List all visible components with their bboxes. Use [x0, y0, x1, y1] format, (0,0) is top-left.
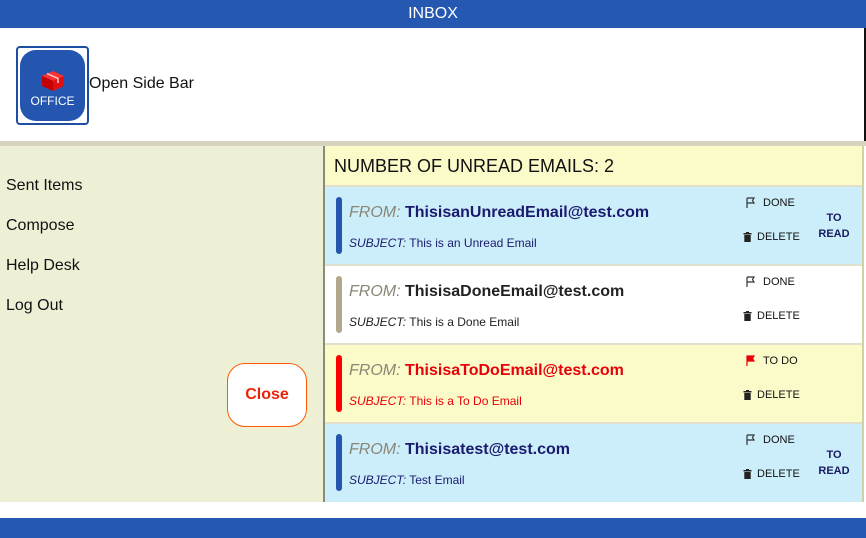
header: OFFICE Open Side Bar [0, 28, 866, 141]
footer-bar [0, 518, 866, 538]
open-sidebar-link[interactable]: Open Side Bar [89, 75, 194, 93]
to-read-button[interactable]: TO READ [817, 210, 851, 242]
delete-button[interactable]: DELETE [743, 310, 800, 322]
sidebar: Sent Items Compose Help Desk Log Out Clo… [0, 146, 323, 502]
delete-label: DELETE [757, 231, 800, 243]
email-subject: SUBJECT: This is a Done Email [349, 315, 519, 329]
email-status-bar [336, 276, 342, 333]
delete-label: DELETE [757, 468, 800, 480]
to-read-button[interactable]: TO READ [817, 447, 851, 479]
trash-icon [743, 390, 752, 400]
from-label: FROM: [349, 441, 401, 458]
flag-icon [746, 434, 756, 445]
sidebar-item-compose[interactable]: Compose [6, 217, 74, 235]
email-from: FROM: ThisisaToDoEmail@test.com [349, 362, 624, 380]
flag-icon [746, 197, 756, 208]
office-cube-icon [42, 71, 64, 91]
sidebar-item-log-out[interactable]: Log Out [6, 297, 63, 315]
subject-label: SUBJECT: [349, 394, 407, 408]
email-from: FROM: ThisisaDoneEmail@test.com [349, 283, 624, 301]
email-row[interactable]: FROM: ThisisaDoneEmail@test.com SUBJECT:… [325, 264, 862, 343]
sidebar-item-help-desk[interactable]: Help Desk [6, 257, 80, 275]
email-status-bar [336, 434, 342, 491]
email-row[interactable]: FROM: ThisisaToDoEmail@test.com SUBJECT:… [325, 343, 862, 422]
from-address: ThisisanUnreadEmail@test.com [405, 204, 650, 221]
office-button[interactable]: OFFICE [16, 46, 89, 125]
email-status-bar [336, 197, 342, 254]
subject-label: SUBJECT: [349, 473, 407, 487]
status-label: TO DO [763, 355, 798, 367]
delete-button[interactable]: DELETE [743, 389, 800, 401]
email-subject: SUBJECT: Test Email [349, 473, 465, 487]
from-address: Thisisatest@test.com [405, 441, 570, 458]
status-toggle-button[interactable]: DONE [745, 276, 795, 288]
delete-label: DELETE [757, 310, 800, 322]
status-toggle-button[interactable]: TO DO [745, 355, 798, 367]
subject-label: SUBJECT: [349, 315, 407, 329]
from-address: ThisisaToDoEmail@test.com [405, 362, 624, 379]
email-status-bar [336, 355, 342, 412]
delete-button[interactable]: DELETE [743, 231, 800, 243]
email-subject: SUBJECT: This is an Unread Email [349, 236, 537, 250]
trash-icon [743, 232, 752, 242]
delete-button[interactable]: DELETE [743, 468, 800, 480]
delete-label: DELETE [757, 389, 800, 401]
status-label: DONE [763, 276, 795, 288]
close-button-label: Close [245, 386, 289, 403]
status-toggle-button[interactable]: DONE [745, 434, 795, 446]
subject-text: This is a Done Email [409, 315, 520, 329]
title-bar: INBOX [0, 0, 866, 28]
subject-label: SUBJECT: [349, 236, 407, 250]
subject-text: Test Email [409, 473, 465, 487]
email-from: FROM: ThisisanUnreadEmail@test.com [349, 204, 649, 222]
status-label: DONE [763, 434, 795, 446]
from-label: FROM: [349, 283, 401, 300]
inbox-panel: NUMBER OF UNREAD EMAILS: 2 FROM: Thisisa… [325, 146, 864, 504]
email-row[interactable]: FROM: ThisisanUnreadEmail@test.com SUBJE… [325, 185, 862, 264]
footer-spacer [0, 502, 866, 518]
status-toggle-button[interactable]: DONE [745, 197, 795, 209]
close-sidebar-button[interactable]: Close [227, 363, 307, 427]
unread-count-heading: NUMBER OF UNREAD EMAILS: 2 [334, 156, 615, 176]
from-address: ThisisaDoneEmail@test.com [405, 283, 625, 300]
office-button-face: OFFICE [20, 50, 85, 121]
from-label: FROM: [349, 204, 401, 221]
email-row[interactable]: FROM: Thisisatest@test.com SUBJECT: Test… [325, 422, 862, 504]
trash-icon [743, 469, 752, 479]
flag-icon [746, 276, 756, 287]
subject-text: This is an Unread Email [409, 236, 537, 250]
status-label: DONE [763, 197, 795, 209]
email-from: FROM: Thisisatest@test.com [349, 441, 570, 459]
office-label: OFFICE [30, 94, 75, 108]
trash-icon [743, 311, 752, 321]
from-label: FROM: [349, 362, 401, 379]
flag-icon [746, 355, 756, 366]
email-subject: SUBJECT: This is a To Do Email [349, 394, 522, 408]
page-title: INBOX [408, 5, 458, 22]
subject-text: This is a To Do Email [409, 394, 522, 408]
sidebar-item-sent-items[interactable]: Sent Items [6, 177, 82, 195]
